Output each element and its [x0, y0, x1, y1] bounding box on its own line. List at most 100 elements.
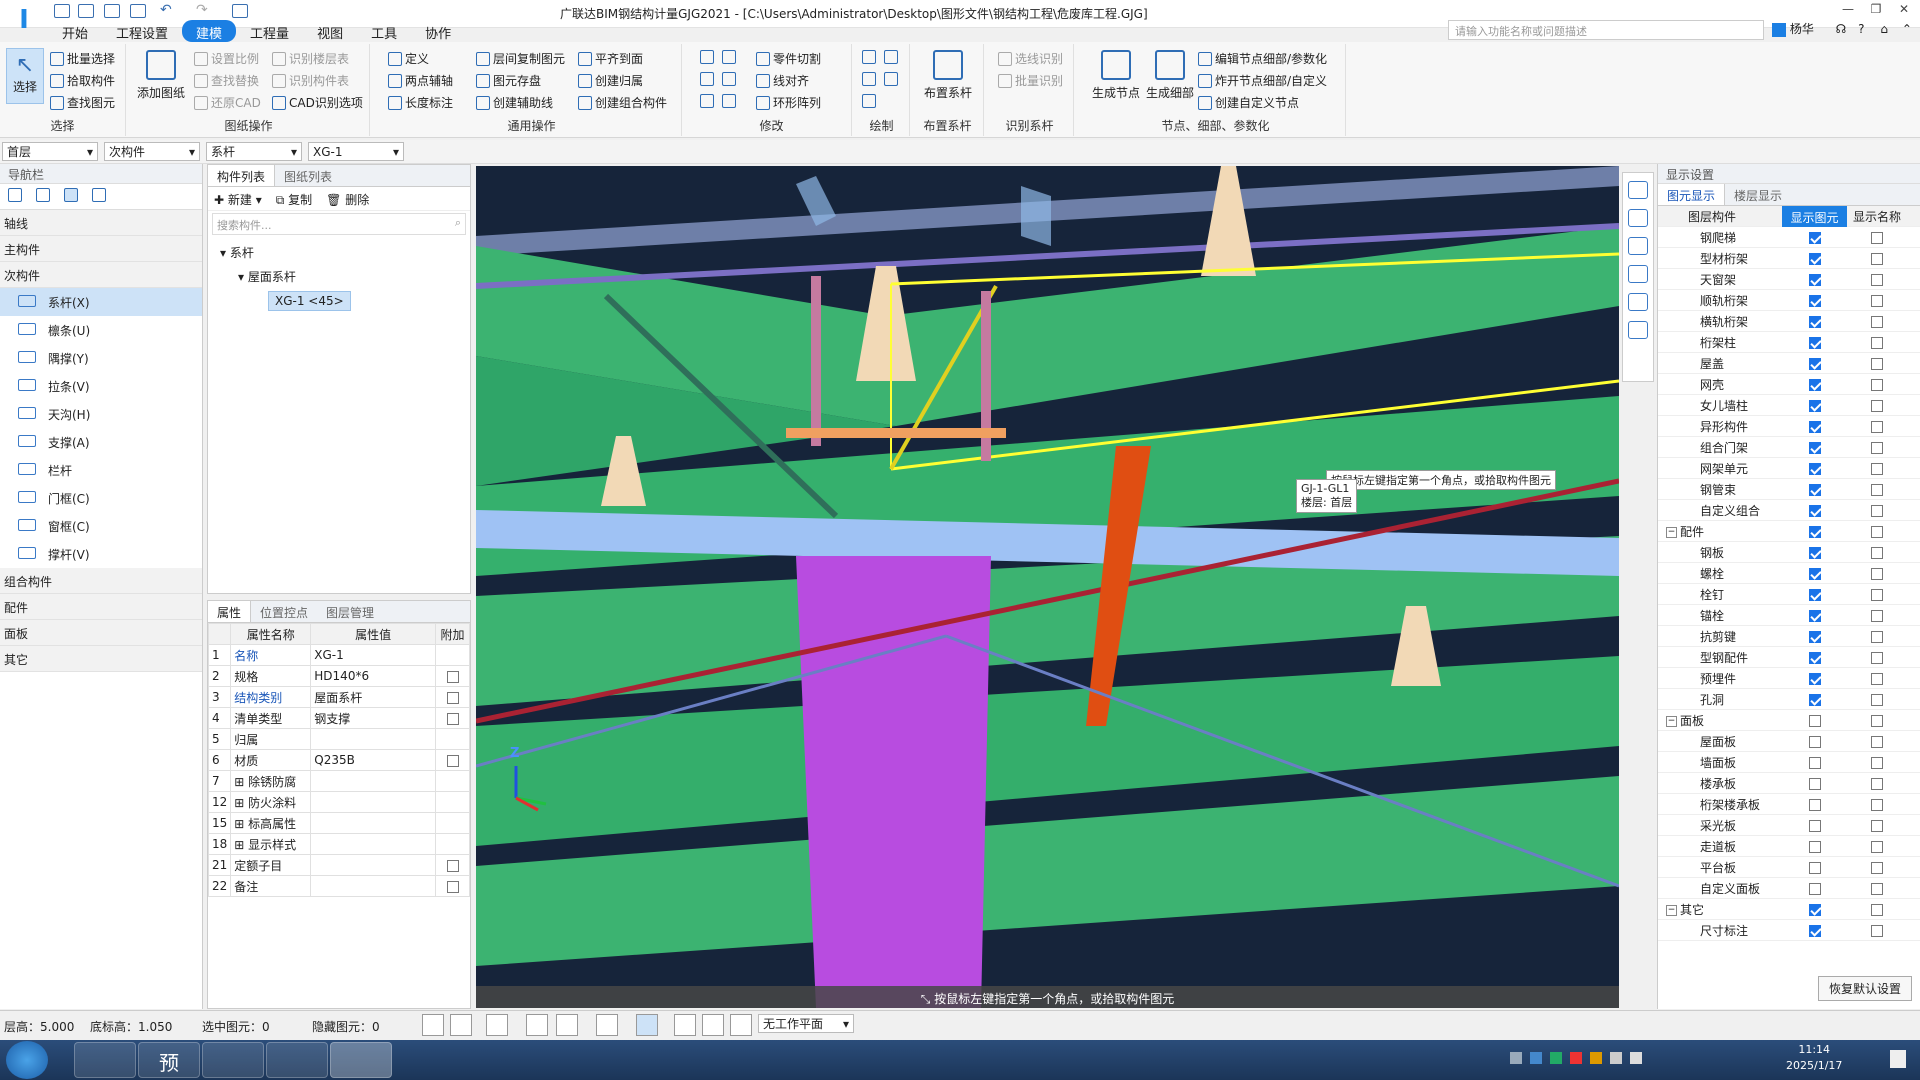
property-value[interactable] — [310, 812, 436, 834]
show-name-checkbox[interactable] — [1871, 399, 1883, 412]
show-element-checkbox[interactable] — [1808, 441, 1821, 454]
extra-checkbox[interactable] — [446, 754, 459, 767]
new-file-icon[interactable] — [78, 4, 94, 18]
show-name-checkbox[interactable] — [1871, 609, 1883, 622]
show-name-checkbox[interactable] — [1871, 798, 1883, 811]
show-name-checkbox[interactable] — [1871, 756, 1883, 769]
show-element-checkbox[interactable] — [1808, 609, 1821, 622]
dynamic-input-icon[interactable] — [556, 1014, 578, 1036]
tray-update-icon[interactable] — [1590, 1052, 1602, 1064]
move-icon[interactable] — [700, 94, 714, 108]
recognize-floor-table-button[interactable]: 识别楼层表 — [272, 50, 349, 67]
property-value[interactable]: 屋面系杆 — [310, 686, 436, 708]
property-row[interactable]: 7 ⊞ 除锈防腐 — [207, 770, 470, 792]
align-to-face-button[interactable]: 平齐到面 — [578, 50, 643, 67]
line-recognize-button[interactable]: 选线识别 — [998, 50, 1063, 67]
show-name-checkbox[interactable] — [1871, 567, 1883, 580]
property-value[interactable]: XG-1 — [310, 644, 436, 666]
property-row[interactable]: 4 清单类型 钢支撑 — [207, 707, 470, 729]
show-name-checkbox[interactable] — [1871, 630, 1883, 643]
show-name-checkbox[interactable] — [1871, 861, 1883, 874]
column-header-show-element[interactable]: 显示图元 — [1782, 205, 1847, 227]
tray-network-icon[interactable] — [1610, 1052, 1622, 1064]
show-element-checkbox[interactable] — [1808, 714, 1821, 727]
component-search-input[interactable]: 搜索构件... ⌕ — [212, 213, 466, 235]
angle-icon[interactable] — [596, 1014, 618, 1036]
taskbar-app-budget[interactable]: 预 — [138, 1042, 200, 1078]
start-button-icon[interactable] — [6, 1041, 48, 1079]
show-element-checkbox[interactable] — [1808, 504, 1821, 517]
fit-view-icon[interactable] — [1628, 293, 1648, 311]
snap-icon[interactable] — [450, 1014, 472, 1036]
floor-select[interactable]: 首层 ▾ — [2, 142, 98, 161]
cad-options-button[interactable]: CAD识别选项 — [272, 94, 363, 111]
show-element-checkbox[interactable] — [1808, 798, 1821, 811]
layer-view-icon[interactable] — [1628, 265, 1648, 283]
component-type-select[interactable]: 次构件 ▾ — [104, 142, 200, 161]
zoom-fit-icon[interactable] — [674, 1014, 696, 1036]
show-element-checkbox[interactable] — [1808, 882, 1821, 895]
nav-item-window-frame[interactable]: 窗框(C) — [0, 512, 202, 540]
pin-icon[interactable] — [8, 188, 22, 202]
function-search-input[interactable]: 请输入功能名称或问题描述 — [1448, 20, 1764, 40]
menu-view[interactable]: 视图 — [303, 20, 357, 42]
show-name-checkbox[interactable] — [1871, 903, 1883, 916]
property-row[interactable]: 1 名称 XG-1 — [207, 644, 470, 666]
show-element-checkbox[interactable] — [1808, 735, 1821, 748]
grid-icon[interactable] — [232, 4, 248, 18]
define-button[interactable]: 定义 — [388, 50, 429, 67]
generate-detail-button[interactable]: 生成细部 — [1144, 50, 1196, 101]
property-value[interactable] — [310, 791, 436, 813]
show-element-checkbox[interactable] — [1808, 399, 1821, 412]
show-element-checkbox[interactable] — [1808, 378, 1821, 391]
show-element-checkbox[interactable] — [1808, 651, 1821, 664]
list-view-icon[interactable] — [64, 188, 78, 202]
3d-viewport[interactable]: Z 按鼠标左键指定第一个角点，或拾取构件图元 GJ-1-GL1 楼层: 首层 ⤡… — [476, 166, 1619, 1008]
set-scale-button[interactable]: 设置比例 — [194, 50, 259, 67]
tray-help-icon[interactable] — [1530, 1052, 1542, 1064]
batch-recognize-button[interactable]: 批量识别 — [998, 72, 1063, 89]
line-align-button[interactable]: 线对齐 — [756, 72, 809, 89]
show-element-checkbox[interactable] — [1808, 231, 1821, 244]
delete-component-button[interactable]: 🗑 删除 — [326, 191, 369, 207]
create-ownership-button[interactable]: 创建归属 — [578, 72, 643, 89]
show-name-checkbox[interactable] — [1871, 924, 1883, 937]
tray-keyboard-icon[interactable] — [1510, 1052, 1522, 1064]
nav-item-purlin[interactable]: 檩条(U) — [0, 316, 202, 344]
show-name-checkbox[interactable] — [1871, 273, 1883, 286]
show-element-checkbox[interactable] — [1808, 357, 1821, 370]
show-element-checkbox[interactable] — [1808, 672, 1821, 685]
circle-icon[interactable] — [884, 50, 898, 64]
property-value[interactable] — [310, 833, 436, 855]
expand-icon[interactable]: ⊞ — [234, 838, 248, 852]
show-name-checkbox[interactable] — [1871, 336, 1883, 349]
find-element-button[interactable]: 查找图元 — [50, 94, 115, 111]
point-icon[interactable] — [862, 50, 876, 64]
nav-category-main[interactable]: 主构件 — [0, 236, 202, 262]
user-name[interactable]: 杨华 — [1790, 22, 1814, 36]
show-name-checkbox[interactable] — [1871, 441, 1883, 454]
open-file-icon[interactable] — [104, 4, 120, 18]
tray-app-icon[interactable] — [1550, 1052, 1562, 1064]
menu-start[interactable]: 开始 — [48, 20, 102, 42]
show-element-checkbox[interactable] — [1808, 567, 1821, 580]
show-name-checkbox[interactable] — [1871, 651, 1883, 664]
show-name-checkbox[interactable] — [1871, 546, 1883, 559]
show-element-checkbox[interactable] — [1808, 777, 1821, 790]
show-name-checkbox[interactable] — [1871, 483, 1883, 496]
show-element-checkbox[interactable] — [1808, 420, 1821, 433]
help-icon[interactable]: ? — [1858, 22, 1864, 36]
show-name-checkbox[interactable] — [1871, 357, 1883, 370]
property-value[interactable] — [310, 770, 436, 792]
property-row[interactable]: 3 结构类别 屋面系杆 — [207, 686, 470, 708]
tab-floor-display[interactable]: 楼层显示 — [1725, 184, 1791, 205]
ortho-icon[interactable] — [422, 1014, 444, 1036]
grid-snap-icon[interactable] — [636, 1014, 658, 1036]
show-name-checkbox[interactable] — [1871, 777, 1883, 790]
nav-category-panels[interactable]: 面板 — [0, 620, 202, 646]
work-plane-icon[interactable] — [702, 1014, 724, 1036]
taskbar-app-help-icon[interactable] — [266, 1042, 328, 1078]
nav-category-accessories[interactable]: 配件 — [0, 594, 202, 620]
show-element-checkbox[interactable] — [1808, 294, 1821, 307]
property-row[interactable]: 6 材质 Q235B — [207, 749, 470, 771]
